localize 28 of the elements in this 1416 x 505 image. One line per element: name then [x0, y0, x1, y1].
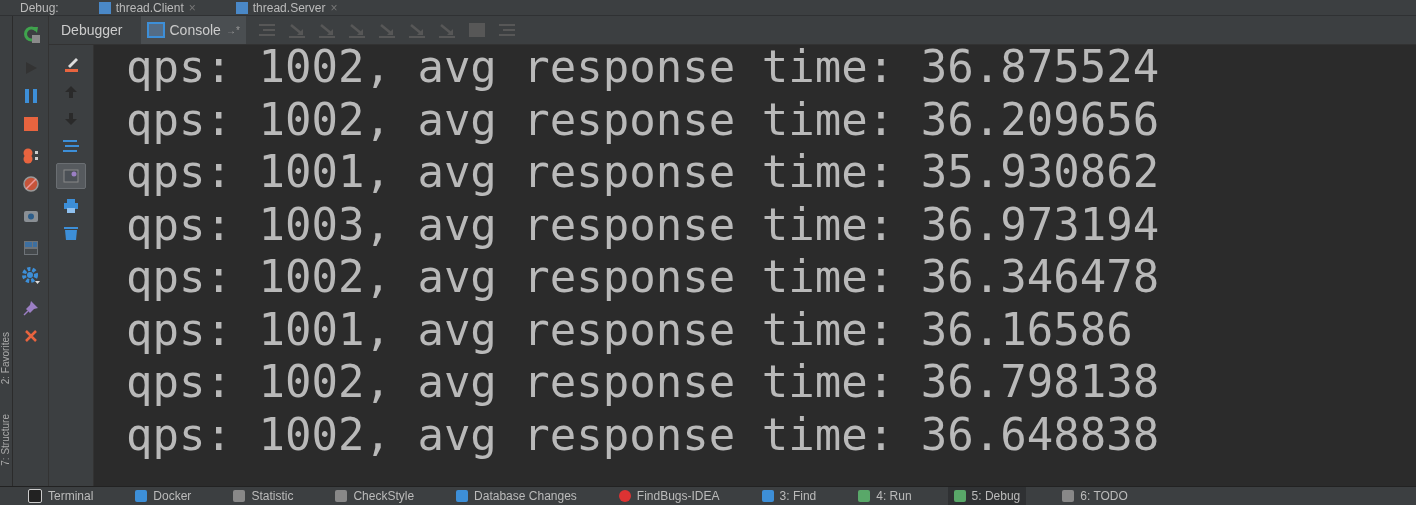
console-line: qps: 1002, avg response time: 36.209656 [126, 93, 1160, 146]
tool-window-tab[interactable]: 4: Run [852, 487, 918, 505]
window-icon[interactable] [56, 163, 86, 189]
mute-breakpoints-icon[interactable] [20, 174, 41, 194]
console-line: qps: 1003, avg response time: 36.973194 [126, 198, 1160, 251]
editor-tab[interactable]: thread.Client × [98, 0, 196, 15]
tool-window-tab[interactable]: 6: TODO [1056, 487, 1134, 505]
tool-window-tab[interactable]: 3: Find [755, 487, 823, 505]
tool-window-tab[interactable]: 5: Debug [947, 487, 1027, 505]
console-line: qps: 1002, avg response time: 36.648838 [126, 408, 1160, 461]
tool-window-tab[interactable]: FindBugs-IDEA [612, 487, 726, 505]
console-line: qps: 1001, avg response time: 36.16586 [126, 303, 1133, 356]
console-line: qps: 1001, avg response time: 35.930862 [126, 146, 1160, 199]
tool-window-tab[interactable]: Docker [129, 487, 198, 505]
debug-tab[interactable]: Debugger [55, 16, 129, 44]
window-title: Debug: [20, 0, 59, 15]
console-line: qps: 1002, avg response time: 36.346478 [126, 251, 1160, 304]
tool-window-tab[interactable]: Terminal [22, 487, 100, 505]
console-line: qps: 1002, avg response time: 36.875524 [126, 45, 1160, 94]
console-line: qps: 1002, avg response time: 36.798138 [126, 356, 1160, 409]
tool-window-tab[interactable]: Database Changes [450, 487, 583, 505]
tool-window-tab[interactable]: Statistic [227, 487, 300, 505]
editor-tab[interactable]: thread.Server × [235, 0, 338, 15]
debug-tab[interactable]: Console →* [140, 16, 246, 44]
tool-window-tab[interactable]: CheckStyle [329, 487, 421, 505]
side-tab[interactable]: 2: Favorites [0, 332, 12, 385]
settings-icon[interactable] [20, 266, 41, 286]
side-tab[interactable]: 7: Structure [0, 414, 12, 466]
